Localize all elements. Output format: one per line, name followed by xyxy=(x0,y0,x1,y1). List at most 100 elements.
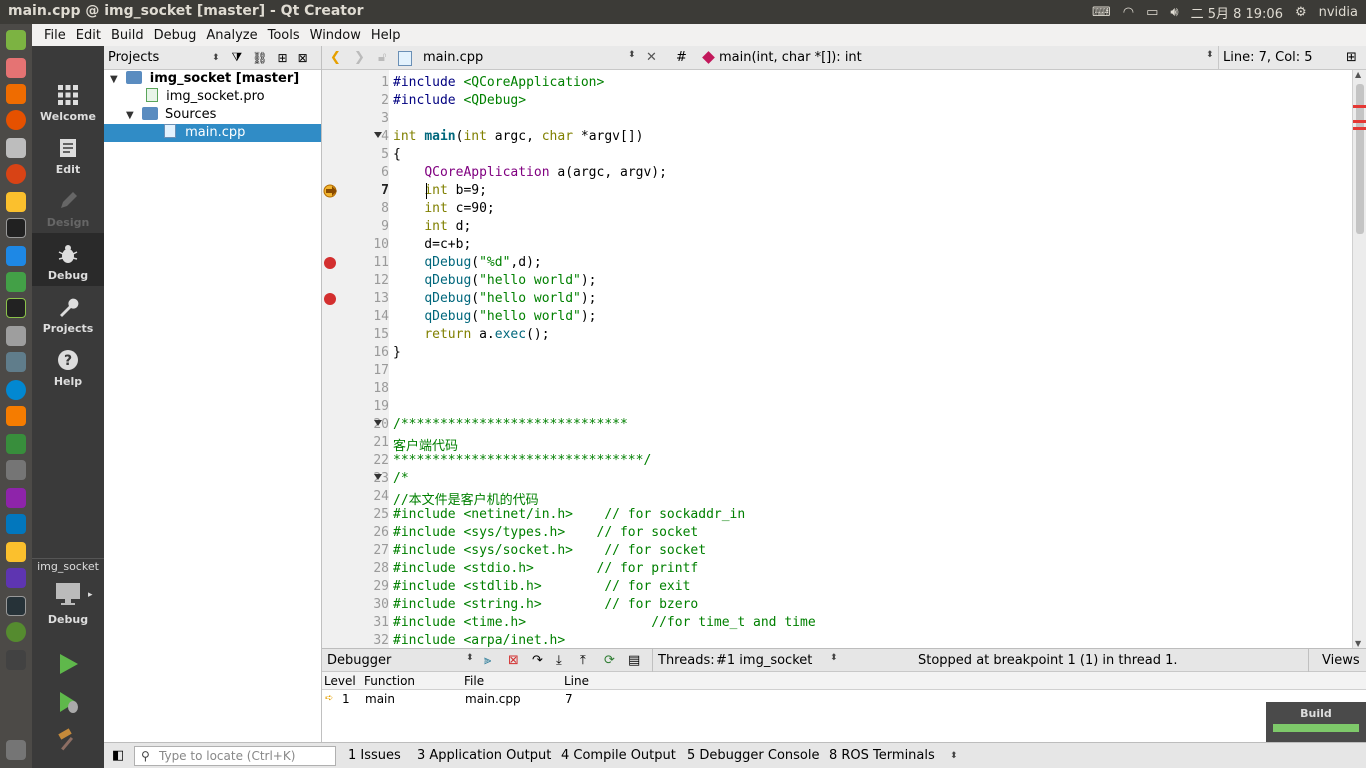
writer-launcher-icon[interactable] xyxy=(6,246,26,266)
menu-help[interactable]: Help xyxy=(366,28,406,43)
qt-launcher-icon[interactable] xyxy=(6,272,26,292)
stop-debugger-icon[interactable]: ⊠ xyxy=(508,653,519,668)
app7-launcher-icon[interactable] xyxy=(6,542,26,562)
mode-projects[interactable]: Projects xyxy=(32,286,104,339)
code-editor[interactable]: 1 2 3 4 5 6 7 8 9 10 11 12 13 14 15 16 1… xyxy=(322,70,1366,648)
debugger-selector[interactable]: Debugger xyxy=(327,653,391,668)
app5-launcher-icon[interactable] xyxy=(6,460,26,480)
fold-arrow-icon[interactable] xyxy=(374,420,382,426)
expand-arrow-icon[interactable]: ▼ xyxy=(110,74,118,85)
scroll-down-icon[interactable]: ▼ xyxy=(1355,639,1361,648)
clock[interactable]: 二 5月 8 19:06 xyxy=(1191,3,1283,22)
tree-pro-file[interactable]: img_socket.pro xyxy=(104,88,321,106)
terminal-launcher-icon[interactable] xyxy=(6,218,26,238)
app2-launcher-icon[interactable] xyxy=(6,352,26,372)
cursor-position[interactable]: Line: 7, Col: 5 xyxy=(1223,50,1313,65)
app3-launcher-icon[interactable] xyxy=(6,406,26,426)
close-document-icon[interactable]: ✕ xyxy=(646,50,657,65)
monitor-launcher-icon[interactable] xyxy=(6,596,26,616)
breakpoint-icon[interactable] xyxy=(324,293,336,305)
battery-icon[interactable]: ▭ xyxy=(1146,5,1158,20)
locator-input[interactable]: ⚲ Type to locate (Ctrl+K) xyxy=(134,746,336,766)
kit-selector[interactable]: ▸ Debug xyxy=(32,578,104,626)
symbol-selector[interactable]: main(int, char *[]): int xyxy=(719,50,862,65)
continue-icon[interactable]: ⫸ xyxy=(484,653,491,668)
toggle-sidebar-icon[interactable]: ◧ xyxy=(112,748,124,763)
step-over-icon[interactable]: ↷ xyxy=(532,653,543,668)
symbol-dropdown-icon[interactable]: ⬍ xyxy=(1206,50,1214,60)
volume-icon[interactable]: 🔊︎ xyxy=(1170,5,1178,20)
user-name[interactable]: nvidia xyxy=(1319,5,1358,20)
step-into-icon[interactable]: ⤓ xyxy=(556,653,562,668)
column-line[interactable]: Line xyxy=(564,674,589,688)
tab-ros-terminals[interactable]: 8 ROS Terminals xyxy=(829,748,935,763)
software-launcher-icon[interactable] xyxy=(6,84,26,104)
split-editor-icon[interactable]: ⊞ xyxy=(1346,50,1357,65)
column-file[interactable]: File xyxy=(464,674,484,688)
app10-launcher-icon[interactable] xyxy=(6,650,26,670)
debug-run-icon[interactable] xyxy=(56,690,80,716)
split-icon[interactable]: ⊞ xyxy=(278,51,288,65)
open-document-selector[interactable]: main.cpp xyxy=(423,50,483,65)
text-editor-launcher-icon[interactable] xyxy=(6,138,26,158)
link-icon[interactable]: ⛓ xyxy=(252,51,267,65)
tab-compile-output[interactable]: 4 Compile Output xyxy=(561,748,676,763)
mode-help[interactable]: ? Help xyxy=(32,339,104,392)
step-out-icon[interactable]: ⤒ xyxy=(580,653,586,668)
menu-debug[interactable]: Debug xyxy=(149,28,202,43)
menu-tools[interactable]: Tools xyxy=(263,28,305,43)
close-pane-icon[interactable]: ⊠ xyxy=(298,51,308,65)
gutter[interactable]: 1 2 3 4 5 6 7 8 9 10 11 12 13 14 15 16 1… xyxy=(322,70,389,648)
menu-window[interactable]: Window xyxy=(305,28,366,43)
project-view-dropdown-icon[interactable]: ⬍ xyxy=(212,53,220,63)
app9-launcher-icon[interactable] xyxy=(6,622,26,642)
pycharm-launcher-icon[interactable] xyxy=(6,298,26,318)
menu-edit[interactable]: Edit xyxy=(71,28,106,43)
hammer-icon[interactable] xyxy=(56,728,80,752)
scroll-up-icon[interactable]: ▲ xyxy=(1355,70,1361,79)
tree-sources-folder[interactable]: ▼ Sources xyxy=(104,106,321,124)
mode-welcome[interactable]: Welcome xyxy=(32,74,104,127)
gear-icon[interactable]: ⚙ xyxy=(1295,5,1307,20)
sources-expand-arrow-icon[interactable]: ▼ xyxy=(126,110,134,121)
vertical-scrollbar[interactable]: ▲ ▼ xyxy=(1352,70,1366,648)
qtcreator-launcher-icon[interactable] xyxy=(6,30,26,50)
breakpoint-icon[interactable] xyxy=(324,257,336,269)
menu-build[interactable]: Build xyxy=(106,28,149,43)
wifi-icon[interactable]: ◠ xyxy=(1123,5,1134,20)
document-dropdown-icon[interactable]: ⬍ xyxy=(628,50,636,60)
keyboard-icon[interactable]: ⌨ xyxy=(1092,5,1111,20)
tab-debugger-console[interactable]: 5 Debugger Console xyxy=(687,748,820,763)
menu-analyze[interactable]: Analyze xyxy=(201,28,262,43)
app4-launcher-icon[interactable] xyxy=(6,434,26,454)
forward-arrow-icon[interactable]: ❯ xyxy=(354,50,365,65)
menu-file[interactable]: File xyxy=(39,28,71,43)
project-view-selector[interactable]: Projects xyxy=(108,50,212,65)
restart-icon[interactable]: ⟳ xyxy=(604,653,615,668)
mode-debug[interactable]: Debug xyxy=(32,233,104,286)
column-level[interactable]: Level xyxy=(324,674,356,688)
thread-selector[interactable]: #1 img_socket xyxy=(716,653,812,668)
trash-launcher-icon[interactable] xyxy=(6,740,26,760)
mode-edit[interactable]: Edit xyxy=(32,127,104,180)
vscode-launcher-icon[interactable] xyxy=(6,514,26,534)
back-arrow-icon[interactable]: ❮ xyxy=(330,50,341,65)
debugger-dropdown-icon[interactable]: ⬍ xyxy=(466,653,474,663)
filter-icon[interactable]: ⧩ xyxy=(232,50,243,65)
tabs-dropdown-icon[interactable]: ⬍ xyxy=(950,751,958,761)
chromium-launcher-icon[interactable] xyxy=(6,164,26,184)
views-button[interactable]: Views xyxy=(1322,653,1360,668)
app8-launcher-icon[interactable] xyxy=(6,568,26,588)
tab-application-output[interactable]: 3 Application Output xyxy=(417,748,551,763)
teamviewer-launcher-icon[interactable] xyxy=(6,380,26,400)
run-icon[interactable] xyxy=(56,652,80,676)
tree-project-root[interactable]: ▼ img_socket [master] xyxy=(104,70,321,88)
firefox-launcher-icon[interactable] xyxy=(6,110,26,130)
fold-arrow-icon[interactable] xyxy=(374,132,382,138)
tab-issues[interactable]: 1 Issues xyxy=(348,748,401,763)
fold-arrow-icon[interactable] xyxy=(374,474,382,480)
tree-main-cpp[interactable]: main.cpp xyxy=(104,124,321,142)
app6-launcher-icon[interactable] xyxy=(6,488,26,508)
thread-dropdown-icon[interactable]: ⬍ xyxy=(830,653,838,663)
operate-by-instruction-icon[interactable]: ▤ xyxy=(628,653,640,668)
